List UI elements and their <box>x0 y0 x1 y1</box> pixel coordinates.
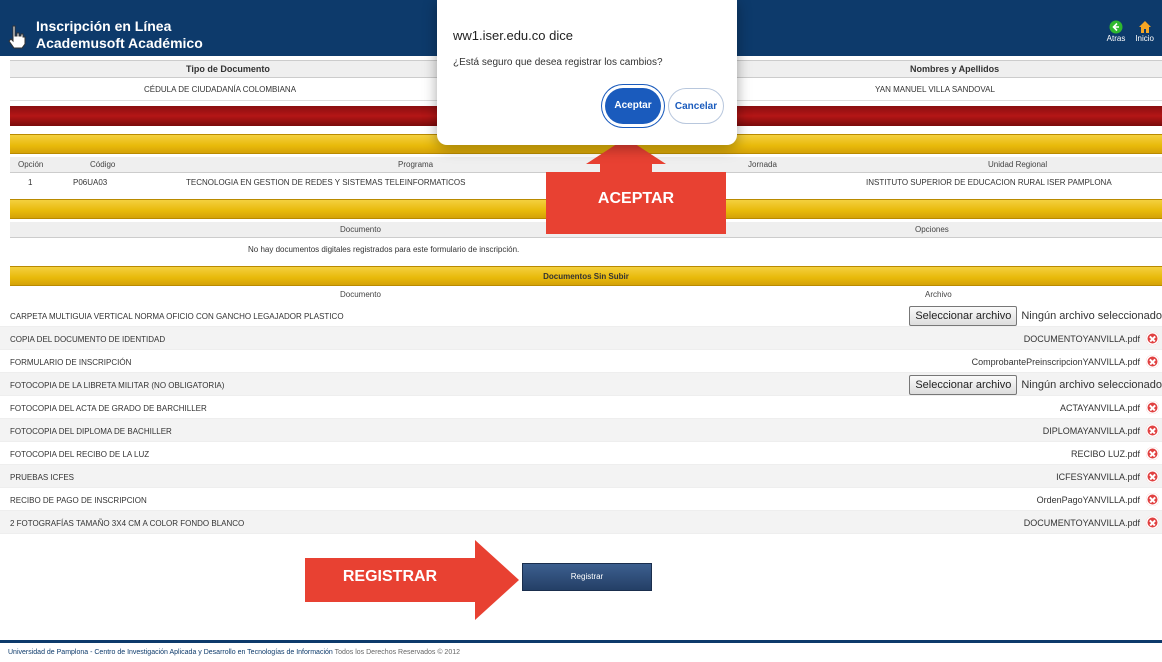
pending-doc-label: CARPETA MULTIGUIA VERTICAL NORMA OFICIO … <box>10 312 344 321</box>
col-code: Código <box>90 160 116 169</box>
uploaded-file-link[interactable]: DIPLOMAYANVILLA.pdf <box>1043 426 1140 436</box>
pending-doc-label: FOTOCOPIA DEL RECIBO DE LA LUZ <box>10 450 150 459</box>
no-file-selected-text: Ningún archivo seleccionado <box>1021 379 1162 391</box>
pending-doc-row: FOTOCOPIA DEL RECIBO DE LA LUZ RECIBO LU… <box>0 442 1162 465</box>
delete-file-icon[interactable] <box>1146 493 1159 506</box>
col-file: Archivo <box>925 290 952 299</box>
footer-rights: Todos los Derechos Reservados © 2012 <box>334 649 461 656</box>
delete-file-icon[interactable] <box>1146 401 1159 414</box>
register-button[interactable]: Registrar <box>522 563 652 591</box>
back-arrow-icon <box>1109 20 1123 34</box>
select-file-button[interactable]: Seleccionar archivo <box>909 306 1018 326</box>
pending-doc-row: FOTOCOPIA DEL ACTA DE GRADO DE BARCHILLE… <box>0 396 1162 419</box>
uploaded-file-link[interactable]: RECIBO LUZ.pdf <box>1071 449 1140 459</box>
pending-doc-label: FOTOCOPIA DE LA LIBRETA MILITAR (NO OBLI… <box>10 381 225 390</box>
pending-doc-label: FOTOCOPIA DEL ACTA DE GRADO DE BARCHILLE… <box>10 404 207 413</box>
delete-file-icon[interactable] <box>1146 424 1159 437</box>
pending-doc-row: 2 FOTOGRAFÍAS TAMAÑO 3X4 CM A COLOR FOND… <box>0 511 1162 534</box>
footer-org: Universidad de Pamplona - Centro de Inve… <box>8 649 333 656</box>
delete-file-icon[interactable] <box>1146 332 1159 345</box>
pending-doc-label: FORMULARIO DE INSCRIPCIÓN <box>10 358 132 367</box>
pending-doc-row: FOTOCOPIA DE LA LIBRETA MILITAR (NO OBLI… <box>0 373 1162 396</box>
file-picker[interactable]: Seleccionar archivo Ningún archivo selec… <box>909 306 1162 326</box>
pending-docs-section-header: Documentos Sin Subir <box>10 266 1162 286</box>
pending-doc-row: CARPETA MULTIGUIA VERTICAL NORMA OFICIO … <box>0 304 1162 327</box>
name-header: Nombres y Apellidos <box>910 64 1000 74</box>
uploaded-file-link[interactable]: ACTAYANVILLA.pdf <box>1060 403 1140 413</box>
dialog-message: ¿Está seguro que desea registrar los cam… <box>453 57 663 68</box>
col-options: Opciones <box>915 225 949 234</box>
pending-doc-row: COPIA DEL DOCUMENTO DE IDENTIDAD DOCUMEN… <box>0 327 1162 350</box>
back-label: Atras <box>1106 34 1126 43</box>
uploaded-file-link[interactable]: DOCUMENTOYANVILLA.pdf <box>1024 518 1140 528</box>
col-document: Documento <box>340 225 381 234</box>
back-button[interactable]: Atras <box>1106 20 1126 43</box>
file-picker[interactable]: Seleccionar archivo Ningún archivo selec… <box>909 375 1162 395</box>
col-option: Opción <box>18 160 44 169</box>
no-file-selected-text: Ningún archivo seleccionado <box>1021 310 1162 322</box>
app-title: Inscripción en Línea <box>36 18 172 34</box>
pending-doc-label: COPIA DEL DOCUMENTO DE IDENTIDAD <box>10 335 166 344</box>
uploaded-file-link[interactable]: DOCUMENTOYANVILLA.pdf <box>1024 334 1140 344</box>
empty-digital-docs-row: No hay documentos digitales registrados … <box>10 242 1162 258</box>
uploaded-file-link[interactable]: OrdenPagoYANVILLA.pdf <box>1037 495 1140 505</box>
dialog-title: ww1.iser.edu.co dice <box>453 28 573 43</box>
uploaded-file-link[interactable]: ComprobantePreinscripcionYANVILLA.pdf <box>972 357 1140 367</box>
delete-file-icon[interactable] <box>1146 447 1159 460</box>
col-shift: Jornada <box>748 160 777 169</box>
footer-bar <box>0 640 1162 643</box>
pending-doc-label: RECIBO DE PAGO DE INSCRIPCION <box>10 496 147 505</box>
name-value: YAN MANUEL VILLA SANDOVAL <box>875 85 995 94</box>
col-document-pending: Documento <box>340 290 381 299</box>
delete-file-icon[interactable] <box>1146 516 1159 529</box>
delete-file-icon[interactable] <box>1146 470 1159 483</box>
delete-file-icon[interactable] <box>1146 355 1159 368</box>
empty-digital-docs-message: No hay documentos digitales registrados … <box>248 245 520 254</box>
pending-doc-row: RECIBO DE PAGO DE INSCRIPCION OrdenPagoY… <box>0 488 1162 511</box>
col-regional-unit: Unidad Regional <box>988 160 1048 169</box>
home-icon <box>1138 21 1151 33</box>
program-name: TECNOLOGIA EN GESTION DE REDES Y SISTEMA… <box>186 178 466 187</box>
pending-doc-row: PRUEBAS ICFES ICFESYANVILLA.pdf <box>0 465 1162 488</box>
program-code: P06UA03 <box>73 178 108 187</box>
accept-callout-label: ACEPTAR <box>597 190 675 207</box>
pending-doc-row: FOTOCOPIA DEL DIPLOMA DE BACHILLER DIPLO… <box>0 419 1162 442</box>
home-label: Inicio <box>1135 34 1154 43</box>
col-program: Programa <box>398 160 434 169</box>
program-option: 1 <box>28 178 33 187</box>
uploaded-file-link[interactable]: ICFESYANVILLA.pdf <box>1056 472 1140 482</box>
doc-type-value: CÉDULA DE CIUDADANÍA COLOMBIANA <box>144 85 297 94</box>
accept-callout-arrow-icon <box>546 138 726 234</box>
pending-docs-title: Documentos Sin Subir <box>543 272 629 281</box>
select-file-button[interactable]: Seleccionar archivo <box>909 375 1018 395</box>
home-button[interactable]: Inicio <box>1135 20 1154 43</box>
doc-type-header: Tipo de Documento <box>186 64 270 74</box>
pending-doc-label: 2 FOTOGRAFÍAS TAMAÑO 3X4 CM A COLOR FOND… <box>10 519 245 528</box>
dialog-accept-button[interactable]: Aceptar <box>605 88 661 124</box>
footer: Universidad de Pamplona - Centro de Inve… <box>8 649 460 656</box>
app-subtitle: Academusoft Académico <box>36 35 203 51</box>
pending-docs-column-header: Documento Archivo <box>10 289 1162 302</box>
program-regional-unit: INSTITUTO SUPERIOR DE EDUCACION RURAL IS… <box>866 178 1112 187</box>
register-callout-label: REGISTRAR <box>342 568 438 585</box>
hand-cursor-logo-icon <box>8 25 26 49</box>
dialog-cancel-button[interactable]: Cancelar <box>668 88 724 124</box>
confirm-dialog: ww1.iser.edu.co dice ¿Está seguro que de… <box>437 0 737 145</box>
pending-doc-label: PRUEBAS ICFES <box>10 473 75 482</box>
pending-doc-row: FORMULARIO DE INSCRIPCIÓN ComprobantePre… <box>0 350 1162 373</box>
pending-doc-label: FOTOCOPIA DEL DIPLOMA DE BACHILLER <box>10 427 172 436</box>
